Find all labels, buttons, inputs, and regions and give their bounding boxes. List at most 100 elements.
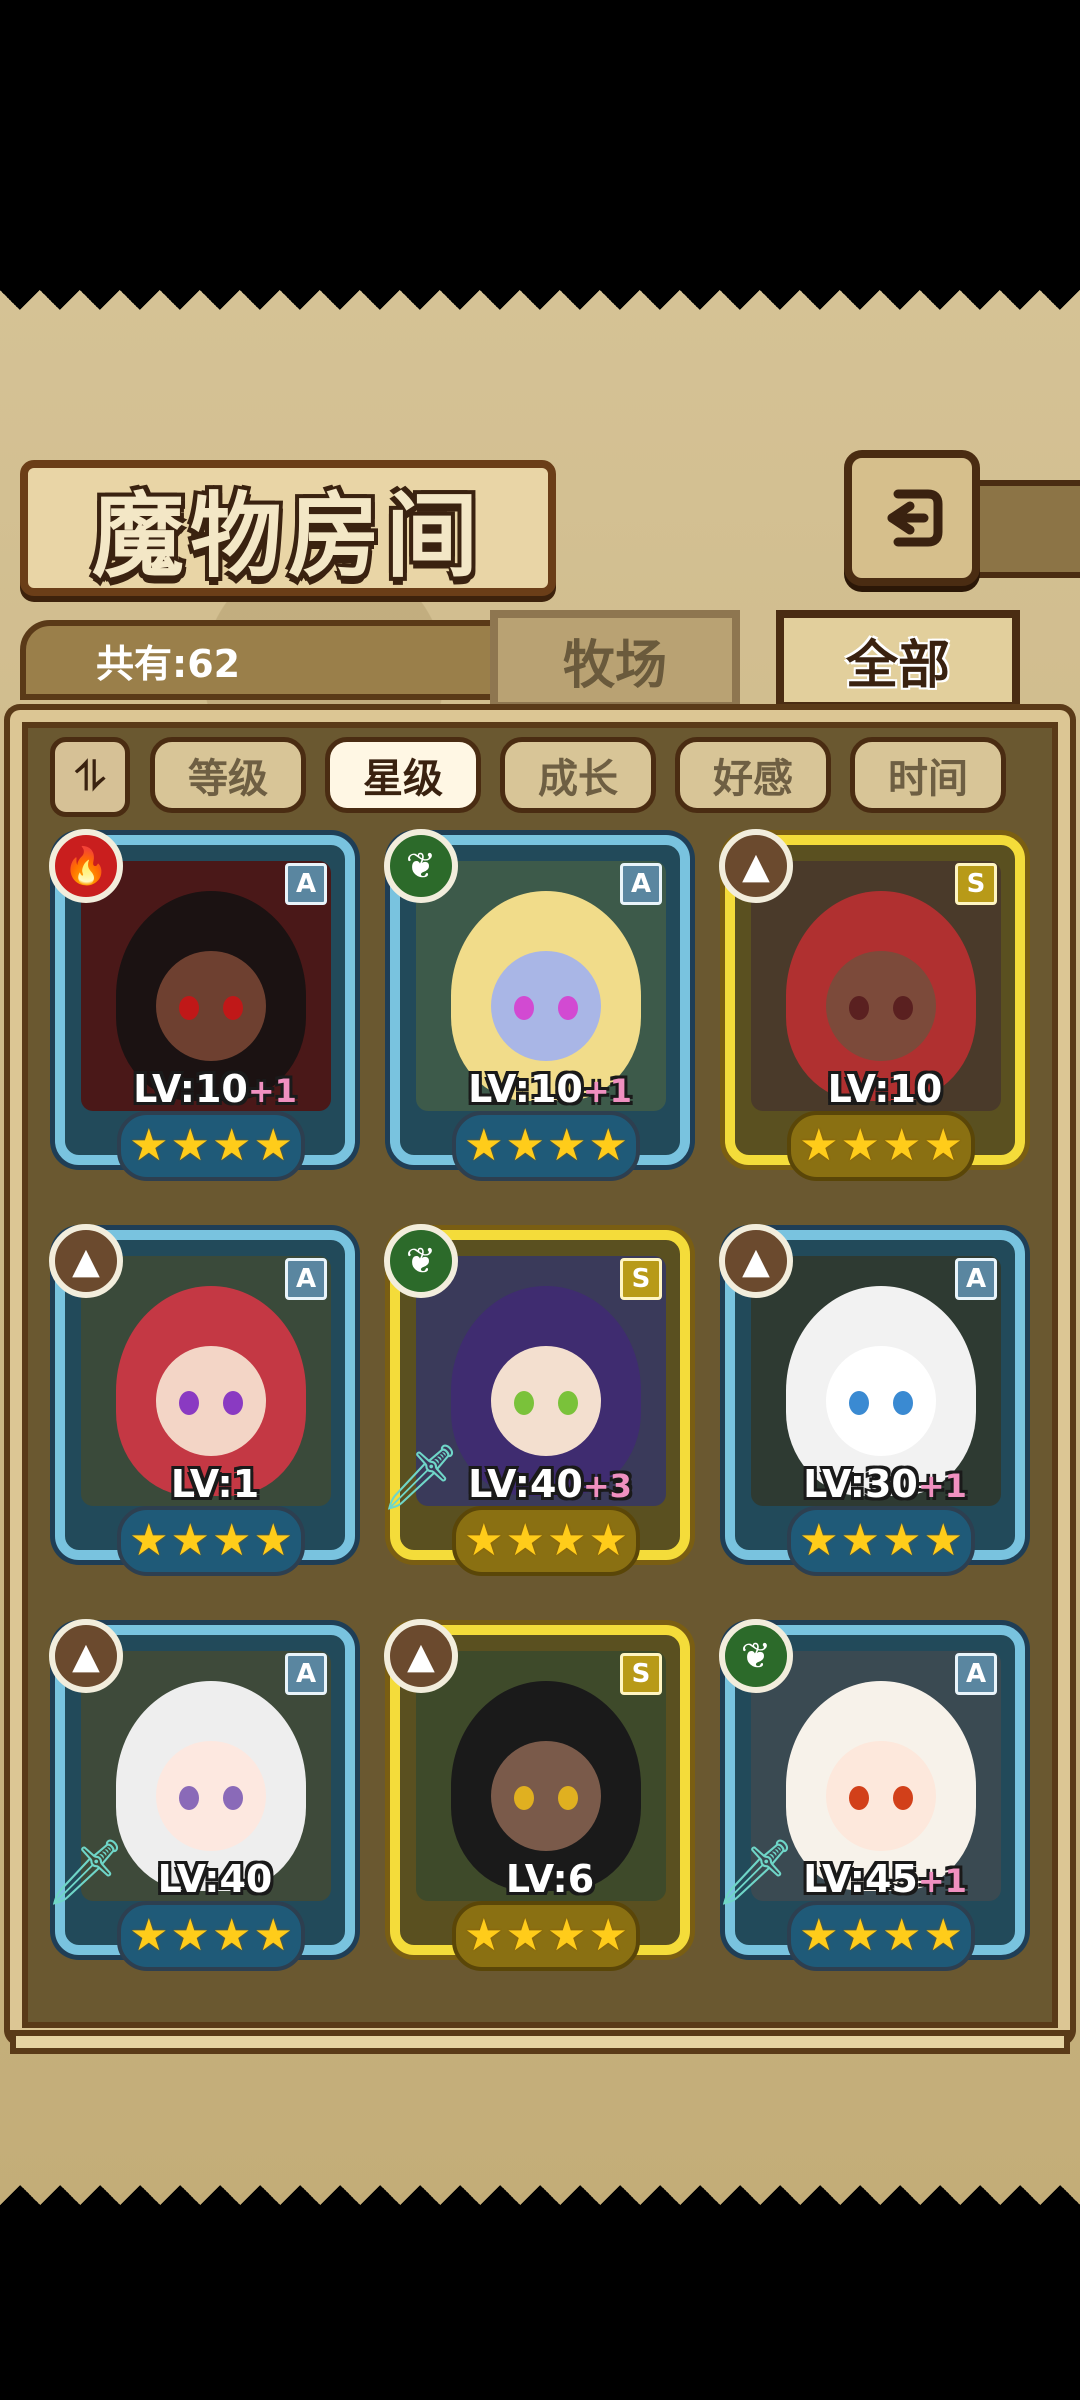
game-screen: 魔物房间 共有:62 牧场 全部 ⥮ 等级 星级 成长 好感 时间 A LV:10… bbox=[0, 290, 1080, 2205]
star-icon: ★ bbox=[588, 1120, 628, 1171]
monster-card[interactable]: S LV:6 ▲ ★ ★ ★ ★ bbox=[384, 1619, 700, 1990]
leaf-element-icon: ❦ bbox=[384, 829, 458, 903]
star-icon: ★ bbox=[923, 1515, 963, 1566]
portrait-eye bbox=[893, 1786, 913, 1810]
star-rating: ★ ★ ★ ★ bbox=[117, 1506, 305, 1576]
sort-affection-button[interactable]: 好感 bbox=[675, 737, 831, 813]
level-label: LV:6 bbox=[400, 1857, 700, 1901]
star-icon: ★ bbox=[253, 1120, 293, 1171]
star-icon: ★ bbox=[170, 1515, 210, 1566]
star-icon: ★ bbox=[505, 1120, 545, 1171]
star-rating: ★ ★ ★ ★ bbox=[452, 1901, 640, 1971]
level-label: LV:10 bbox=[735, 1067, 1035, 1111]
rank-badge: S bbox=[955, 863, 997, 905]
star-rating: ★ ★ ★ ★ bbox=[787, 1506, 975, 1576]
portrait-eye bbox=[514, 1786, 534, 1810]
sort-level-button[interactable]: 等级 bbox=[150, 737, 306, 813]
sort-star-label: 星级 bbox=[363, 756, 443, 802]
star-icon: ★ bbox=[505, 1515, 545, 1566]
sort-growth-button[interactable]: 成长 bbox=[500, 737, 656, 813]
monster-card[interactable]: A LV:1 ▲ ★ ★ ★ ★ bbox=[49, 1224, 363, 1595]
star-icon: ★ bbox=[588, 1515, 628, 1566]
monster-card[interactable]: ALV:45+1❦★★★★🗡 bbox=[715, 1619, 1033, 1990]
sort-order-icon: ⥮ bbox=[75, 754, 105, 800]
star-icon: ★ bbox=[547, 1120, 587, 1171]
star-icon: ★ bbox=[588, 1910, 628, 1961]
star-icon: ★ bbox=[882, 1910, 922, 1961]
portrait-eye bbox=[223, 996, 243, 1020]
portrait-eye bbox=[849, 1391, 869, 1415]
portrait-face bbox=[156, 1741, 266, 1851]
star-icon: ★ bbox=[923, 1120, 963, 1171]
star-rating: ★ ★ ★ ★ bbox=[117, 1901, 305, 1971]
level-label: LV:30+1 bbox=[735, 1462, 1035, 1506]
rank-badge: A bbox=[620, 863, 662, 905]
sort-time-button[interactable]: 时间 bbox=[850, 737, 1006, 813]
star-icon: ★ bbox=[212, 1515, 252, 1566]
star-icon: ★ bbox=[253, 1515, 293, 1566]
portrait-eye bbox=[514, 996, 534, 1020]
level-value: LV:10 bbox=[468, 1067, 583, 1111]
earth-element-icon: ▲ bbox=[49, 1224, 123, 1298]
monster-card[interactable]: S LV:10 ▲ ★ ★ ★ ★ bbox=[719, 829, 1035, 1200]
star-icon: ★ bbox=[840, 1515, 880, 1566]
star-icon: ★ bbox=[882, 1515, 922, 1566]
level-bonus: +1 bbox=[247, 1072, 297, 1110]
star-icon: ★ bbox=[799, 1910, 839, 1961]
star-icon: ★ bbox=[547, 1910, 587, 1961]
star-rating: ★ ★ ★ ★ bbox=[787, 1901, 975, 1971]
earth-element-icon: ▲ bbox=[719, 829, 793, 903]
level-label: LV:10+1 bbox=[65, 1067, 365, 1111]
level-bonus: +3 bbox=[582, 1467, 632, 1505]
star-icon: ★ bbox=[170, 1910, 210, 1961]
sort-order-button[interactable]: ⥮ bbox=[50, 737, 130, 817]
star-rating: ★ ★ ★ ★ bbox=[452, 1506, 640, 1576]
star-icon: ★ bbox=[840, 1910, 880, 1961]
tab-ranch[interactable]: 牧场 bbox=[490, 610, 740, 710]
monster-card[interactable]: A LV:10+1 🔥 ★ ★ ★ ★ bbox=[49, 829, 365, 1200]
portrait-face bbox=[826, 951, 936, 1061]
title-plate: 魔物房间 bbox=[20, 460, 556, 596]
monster-card[interactable]: A LV:30+1 ▲ ★ ★ ★ ★ bbox=[719, 1224, 1035, 1595]
sort-time-label: 时间 bbox=[888, 756, 968, 802]
tab-all[interactable]: 全部 bbox=[776, 610, 1020, 710]
star-icon: ★ bbox=[212, 1120, 252, 1171]
portrait-eye bbox=[558, 996, 578, 1020]
star-icon: ★ bbox=[464, 1910, 504, 1961]
portrait-eye bbox=[558, 1786, 578, 1810]
level-bonus: +1 bbox=[582, 1072, 632, 1110]
sort-star-button[interactable]: 星级 bbox=[325, 737, 481, 813]
portrait-eye bbox=[893, 1391, 913, 1415]
portrait-face bbox=[826, 1346, 936, 1456]
portrait-eye bbox=[893, 996, 913, 1020]
monster-card[interactable]: ALV:40▲★★★★🗡 bbox=[45, 1619, 363, 1990]
portrait-eye bbox=[223, 1391, 243, 1415]
sort-level-label: 等级 bbox=[188, 756, 268, 802]
portrait-face bbox=[491, 1741, 601, 1851]
portrait-eye bbox=[558, 1391, 578, 1415]
sword-icon: 🗡 bbox=[45, 1835, 126, 1935]
portrait-eye bbox=[849, 996, 869, 1020]
monster-card[interactable]: SLV:40+3❦★★★★🗡 bbox=[380, 1224, 698, 1595]
star-icon: ★ bbox=[923, 1910, 963, 1961]
level-value: LV:1 bbox=[170, 1462, 260, 1506]
level-value: LV:40 bbox=[468, 1462, 583, 1506]
level-value: LV:10 bbox=[827, 1067, 943, 1111]
level-bonus: +1 bbox=[917, 1467, 967, 1505]
star-rating: ★ ★ ★ ★ bbox=[117, 1111, 305, 1181]
portrait-eye bbox=[179, 996, 199, 1020]
star-icon: ★ bbox=[840, 1120, 880, 1171]
sort-bar: ⥮ 等级 星级 成长 好感 时间 bbox=[50, 737, 1050, 817]
monster-card[interactable]: A LV:10+1 ❦ ★ ★ ★ ★ bbox=[384, 829, 698, 1200]
portrait-eye bbox=[849, 1786, 869, 1810]
level-value: LV:6 bbox=[505, 1857, 595, 1901]
portrait-face bbox=[826, 1741, 936, 1851]
rank-badge: A bbox=[285, 1258, 327, 1300]
portrait-face bbox=[156, 951, 266, 1061]
star-icon: ★ bbox=[129, 1910, 169, 1961]
back-button[interactable] bbox=[844, 450, 980, 586]
rank-badge: A bbox=[955, 1653, 997, 1695]
back-button-rail bbox=[964, 480, 1080, 578]
star-icon: ★ bbox=[464, 1120, 504, 1171]
tab-ranch-label: 牧场 bbox=[562, 634, 667, 696]
